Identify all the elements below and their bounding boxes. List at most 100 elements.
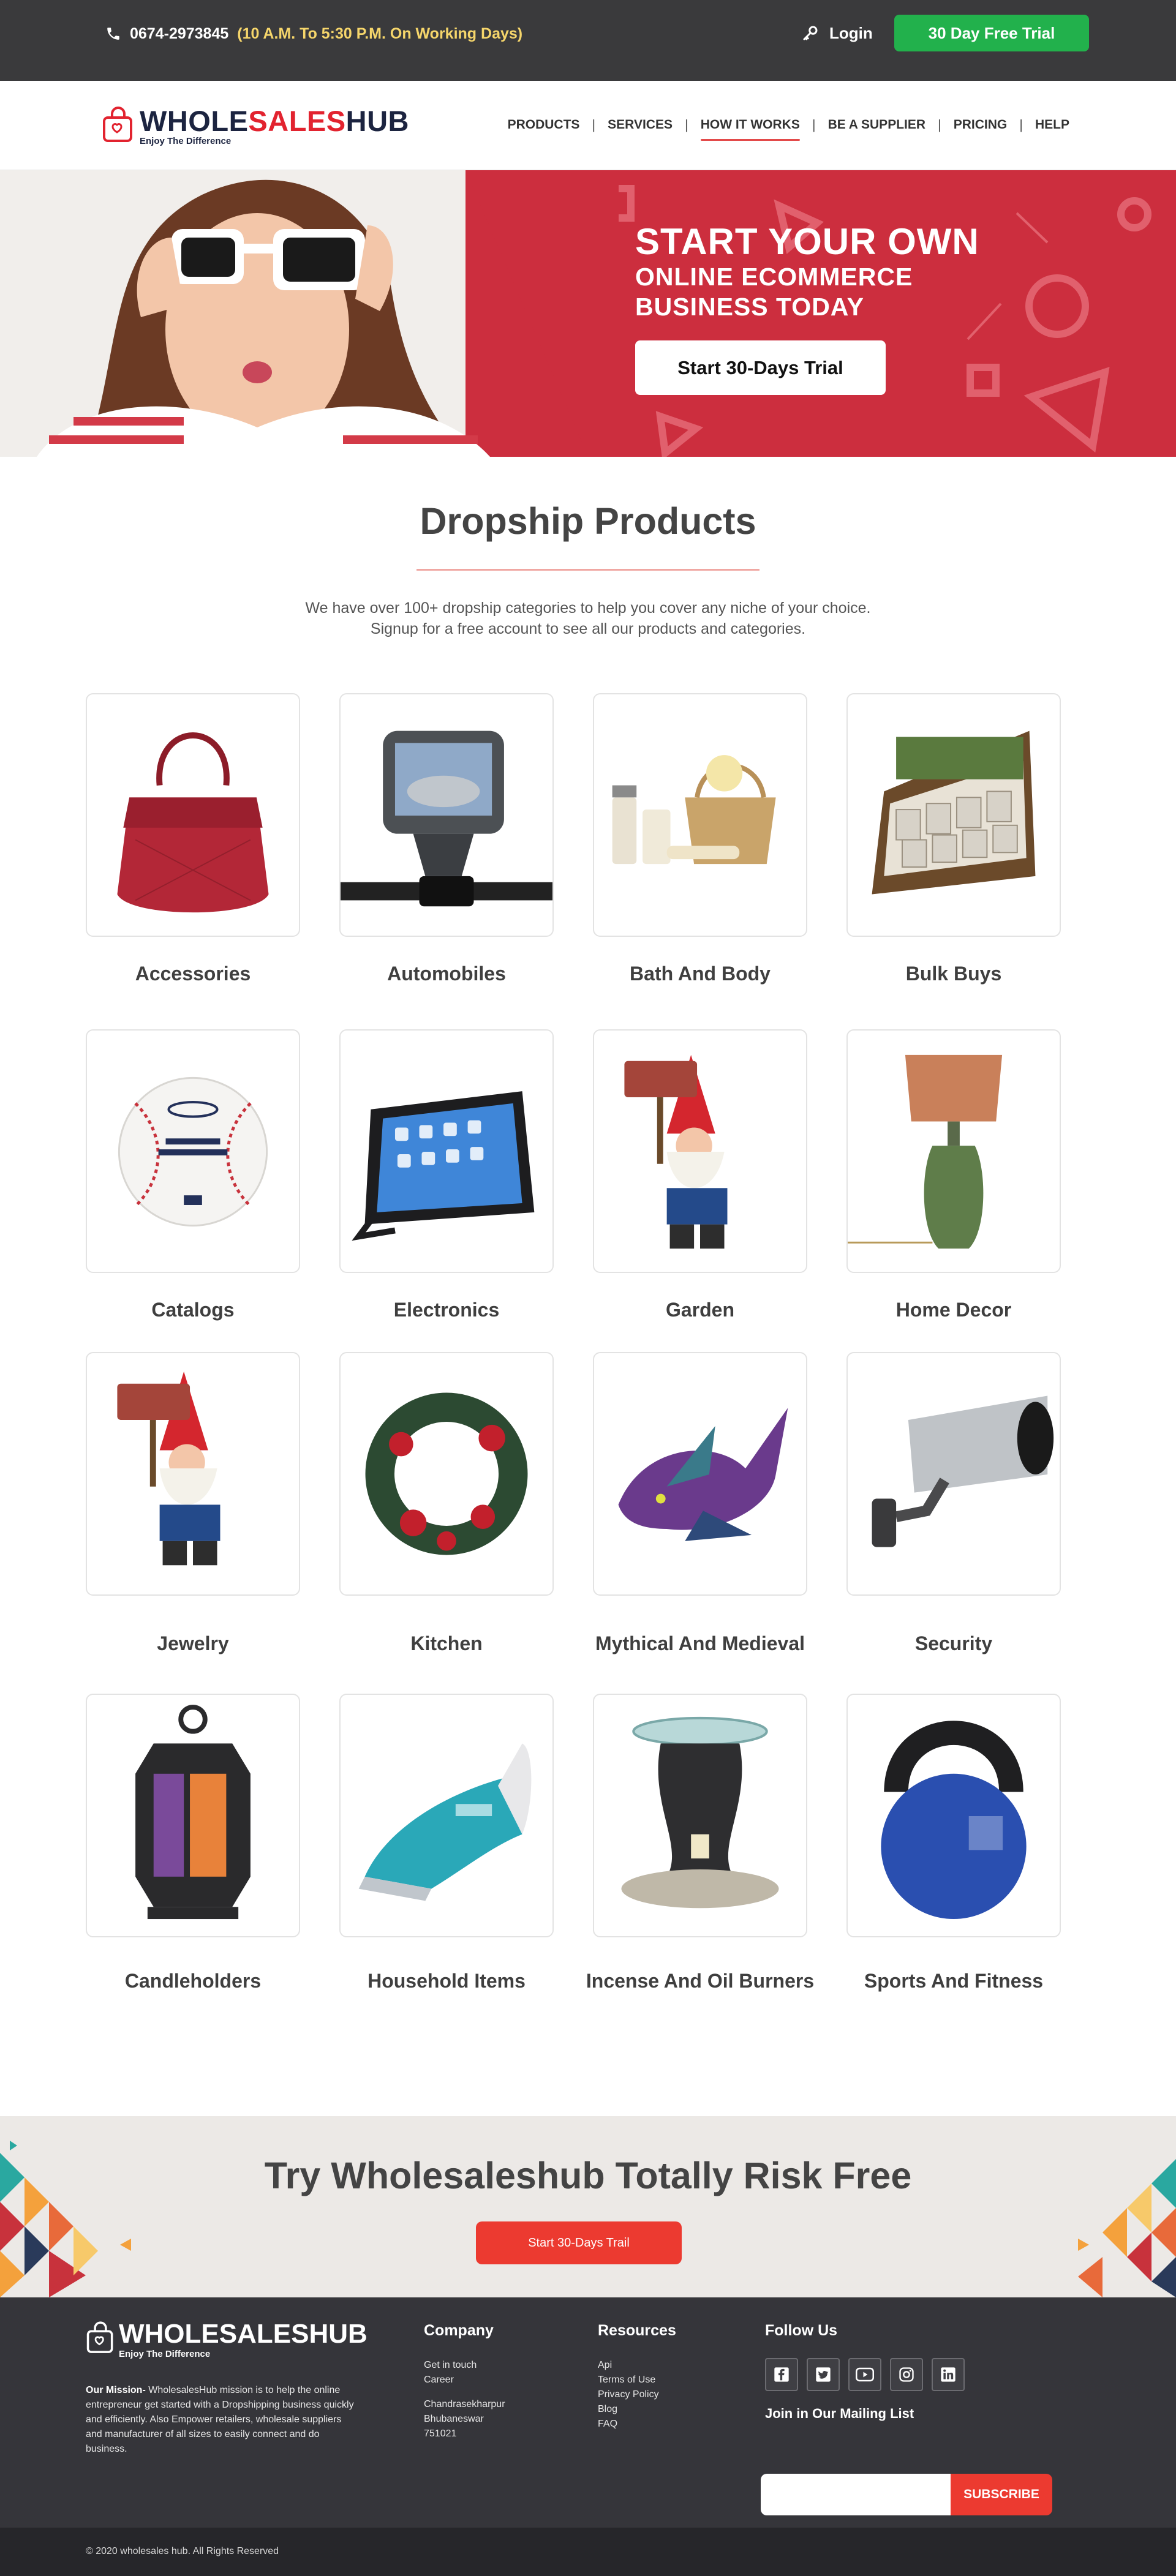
linkedin-icon[interactable] bbox=[932, 2358, 965, 2391]
steam-iron-image bbox=[358, 1743, 532, 1901]
risk-free-title: Try Wholesaleshub Totally Risk Free bbox=[264, 2155, 912, 2196]
category-label[interactable]: Accessories bbox=[66, 963, 320, 985]
footer-resources-column: Resources Api Terms of Use Privacy Polic… bbox=[598, 2322, 676, 2431]
category-card-bulk-buys[interactable] bbox=[846, 693, 1061, 937]
shopping-bag-logo-icon bbox=[103, 107, 132, 142]
logo-wordmark: WHOLESALESHUB bbox=[140, 105, 409, 137]
footer-company-column: Company Get in touch Career Chandrasekha… bbox=[424, 2322, 505, 2441]
copyright-bar: © 2020 wholesales hub. All Rights Reserv… bbox=[0, 2528, 1176, 2576]
free-trial-button[interactable]: 30 Day Free Trial bbox=[894, 15, 1089, 51]
category-label[interactable]: Mythical And Medieval bbox=[573, 1632, 827, 1655]
display-box-image bbox=[872, 730, 1036, 895]
category-card-electronics[interactable] bbox=[339, 1029, 554, 1273]
category-card-candleholders[interactable] bbox=[86, 1694, 300, 1937]
facebook-icon[interactable] bbox=[765, 2358, 798, 2391]
phone-number[interactable]: 0674-2973845 bbox=[130, 25, 228, 43]
footer-link-privacy[interactable]: Privacy Policy bbox=[598, 2387, 676, 2402]
category-label[interactable]: Security bbox=[827, 1632, 1080, 1655]
key-icon bbox=[803, 26, 818, 40]
nav-be-a-supplier[interactable]: BE A SUPPLIER bbox=[816, 111, 938, 138]
footer-logo[interactable]: WHOLESALESHUB Enjoy The Difference bbox=[86, 2321, 368, 2359]
instagram-icon[interactable] bbox=[890, 2358, 923, 2391]
nav-services[interactable]: SERVICES bbox=[595, 111, 685, 138]
category-card-household-items[interactable] bbox=[339, 1694, 554, 1937]
copyright-text: © 2020 wholesales hub. All Rights Reserv… bbox=[86, 2546, 279, 2556]
title-underline bbox=[417, 569, 760, 571]
category-label[interactable]: Bath And Body bbox=[573, 963, 827, 985]
twitter-icon[interactable] bbox=[807, 2358, 840, 2391]
category-card-accessories[interactable] bbox=[86, 693, 300, 937]
category-card-sports-and-fitness[interactable] bbox=[846, 1694, 1061, 1937]
footer-follow-column: Follow Us Join in Our Mailing List bbox=[765, 2322, 965, 2422]
address-line: Bhubaneswar bbox=[424, 2414, 484, 2424]
footer-link-terms[interactable]: Terms of Use bbox=[598, 2373, 676, 2387]
category-card-incense-and-oil-burners[interactable] bbox=[593, 1694, 807, 1937]
category-label[interactable]: Home Decor bbox=[827, 1299, 1080, 1321]
category-label[interactable]: Bulk Buys bbox=[827, 963, 1080, 985]
category-label[interactable]: Catalogs bbox=[66, 1299, 320, 1321]
newsletter-email-input[interactable] bbox=[761, 2474, 951, 2515]
category-label[interactable]: Garden bbox=[573, 1299, 827, 1321]
site-logo[interactable]: WHOLESALESHUB Enjoy The Difference bbox=[102, 107, 409, 146]
address-line: 751021 bbox=[424, 2428, 457, 2439]
login-label: Login bbox=[829, 23, 873, 42]
backup-camera-monitor-image bbox=[341, 730, 552, 907]
garden-gnome-image bbox=[117, 1371, 221, 1566]
top-bar: 0674-2973845 (10 A.M. To 5:30 P.M. On Wo… bbox=[0, 0, 1176, 81]
hero-line-3: BUSINESS TODAY bbox=[635, 293, 864, 321]
category-card-home-decor[interactable] bbox=[846, 1029, 1061, 1273]
hero-trial-button[interactable]: Start 30-Days Trial bbox=[635, 340, 886, 395]
shopping-bag-logo-icon bbox=[86, 2321, 113, 2353]
christmas-wreath-image bbox=[365, 1392, 528, 1555]
category-card-automobiles[interactable] bbox=[339, 693, 554, 937]
nav-products[interactable]: PRODUCTS bbox=[496, 111, 592, 138]
hero-line-1: START YOUR OWN bbox=[635, 221, 979, 262]
kettlebell-image bbox=[881, 1721, 1027, 1920]
category-label[interactable]: Electronics bbox=[320, 1299, 573, 1321]
category-label[interactable]: Candleholders bbox=[66, 1970, 320, 1992]
company-heading: Company bbox=[424, 2322, 494, 2339]
category-label[interactable]: Automobiles bbox=[320, 963, 573, 985]
nav-how-it-works[interactable]: HOW IT WORKS bbox=[688, 111, 812, 141]
mission-label: Our Mission- bbox=[86, 2385, 146, 2395]
category-label[interactable]: Sports And Fitness bbox=[827, 1970, 1080, 1992]
category-label[interactable]: Kitchen bbox=[320, 1632, 573, 1655]
category-card-catalogs[interactable] bbox=[86, 1029, 300, 1273]
subscribe-button[interactable]: SUBSCRIBE bbox=[951, 2474, 1052, 2515]
category-card-mythical-and-medieval[interactable] bbox=[593, 1352, 807, 1596]
security-camera-image bbox=[872, 1395, 1054, 1547]
footer-link-faq[interactable]: FAQ bbox=[598, 2417, 676, 2431]
newsletter-form: SUBSCRIBE bbox=[761, 2474, 1052, 2515]
category-label[interactable]: Incense And Oil Burners bbox=[573, 1970, 827, 1992]
footer-link-api[interactable]: Api bbox=[598, 2358, 676, 2373]
nav-help[interactable]: HELP bbox=[1023, 111, 1082, 138]
dragon-figurine-image bbox=[618, 1408, 788, 1541]
category-label[interactable]: Household Items bbox=[320, 1970, 573, 1992]
category-card-garden[interactable] bbox=[593, 1029, 807, 1273]
footer-link-career[interactable]: Career bbox=[424, 2373, 505, 2387]
intro-line-2: Signup for a free account to see all our… bbox=[370, 620, 806, 637]
logo-tagline: Enjoy The Difference bbox=[140, 136, 232, 146]
hero-headline: START YOUR OWN ONLINE ECOMMERCE BUSINESS… bbox=[635, 222, 979, 322]
nav-pricing[interactable]: PRICING bbox=[941, 111, 1020, 138]
hero-model-photo bbox=[0, 170, 619, 457]
tablet-with-stand-image bbox=[352, 1091, 535, 1241]
category-card-security[interactable] bbox=[846, 1352, 1061, 1596]
site-footer: WHOLESALESHUB Enjoy The Difference Our M… bbox=[0, 2297, 1176, 2528]
mission-statement: Our Mission- WholesalesHub mission is to… bbox=[86, 2383, 355, 2457]
category-label[interactable]: Jewelry bbox=[66, 1632, 320, 1655]
footer-link-blog[interactable]: Blog bbox=[598, 2402, 676, 2417]
category-card-jewelry[interactable] bbox=[86, 1352, 300, 1596]
youtube-icon[interactable] bbox=[848, 2358, 881, 2391]
lantern-image bbox=[135, 1705, 251, 1920]
social-links bbox=[765, 2358, 965, 2391]
footer-link-get-in-touch[interactable]: Get in touch bbox=[424, 2358, 505, 2373]
category-card-kitchen[interactable] bbox=[339, 1352, 554, 1596]
login-link[interactable]: Login bbox=[801, 21, 873, 45]
risk-free-trial-button[interactable]: Start 30-Days Trail bbox=[476, 2221, 682, 2264]
products-intro: We have over 100+ dropship categories to… bbox=[0, 598, 1176, 639]
site-header: WHOLESALESHUB Enjoy The Difference PRODU… bbox=[0, 81, 1176, 170]
table-lamp-image bbox=[848, 1054, 1003, 1249]
category-card-bath-and-body[interactable] bbox=[593, 693, 807, 937]
working-hours: (10 A.M. To 5:30 P.M. On Working Days) bbox=[237, 24, 523, 42]
